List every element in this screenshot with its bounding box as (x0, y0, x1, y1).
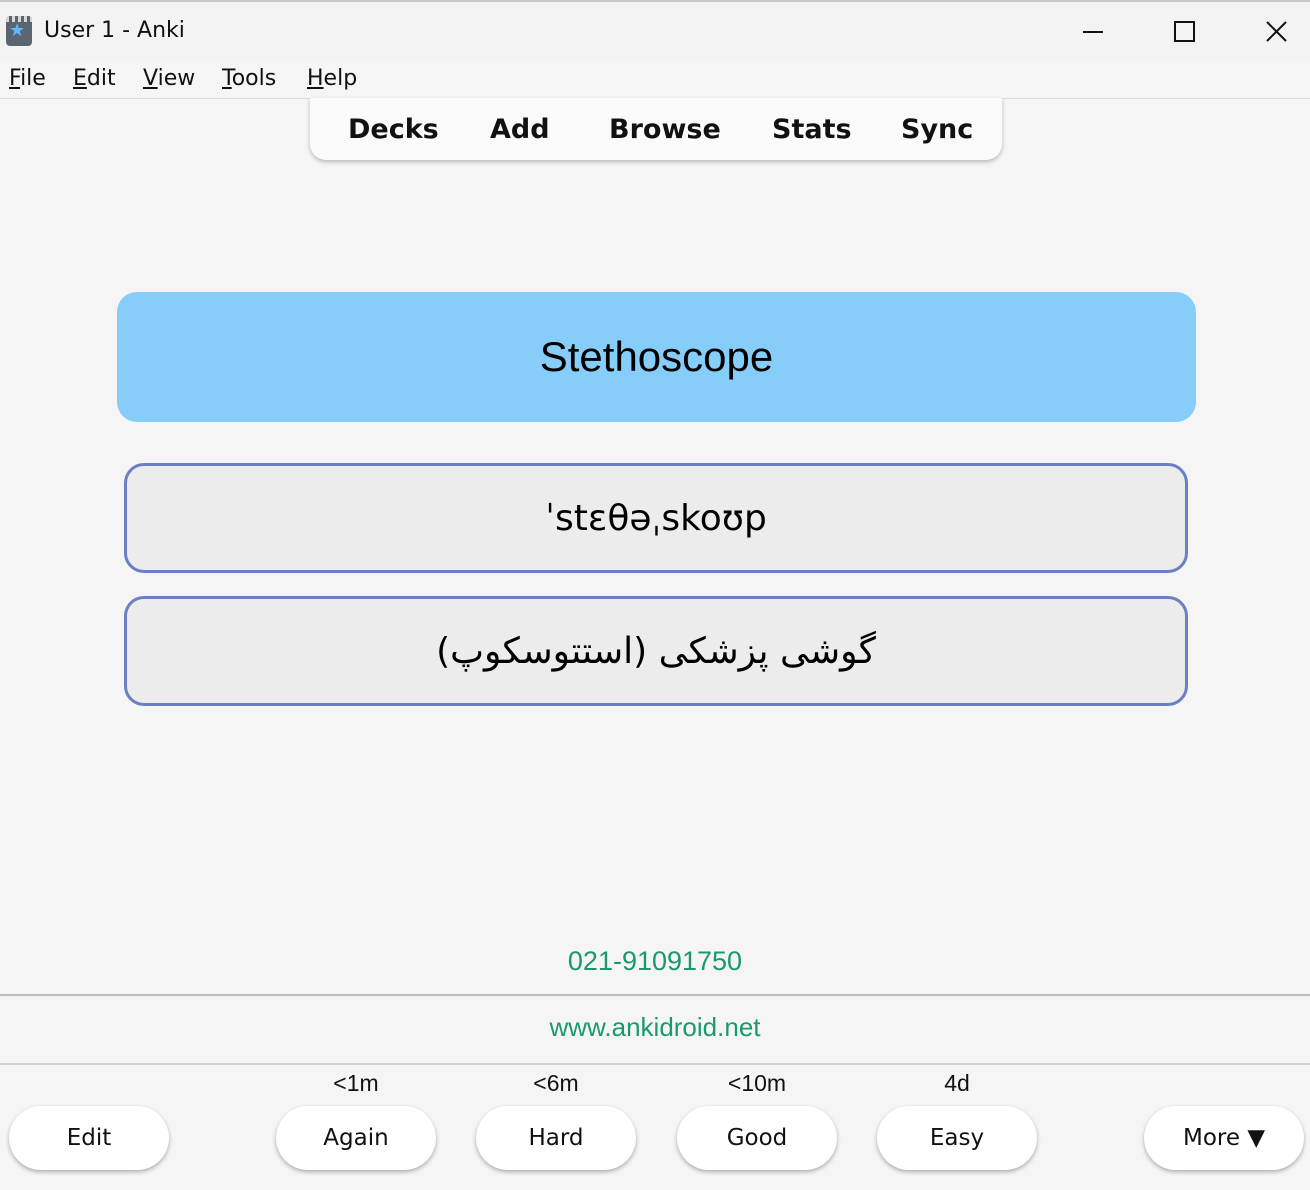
card-front-word: Stethoscope (117, 292, 1196, 422)
menu-file[interactable]: File (9, 66, 46, 91)
card-pronunciation: ˈstɛθəˌskoʊp (124, 463, 1188, 573)
menu-view[interactable]: View (143, 66, 195, 91)
toolbar-stats[interactable]: Stats (772, 114, 852, 145)
close-icon (1266, 21, 1287, 42)
good-button[interactable]: Good (677, 1106, 837, 1170)
maximize-button[interactable] (1161, 12, 1207, 52)
interval-hard: <6m (533, 1070, 579, 1096)
main-toolbar: Decks Add Browse Stats Sync (310, 98, 1002, 160)
easy-button[interactable]: Easy (877, 1106, 1037, 1170)
interval-good: <10m (727, 1070, 787, 1096)
website-link: www.ankidroid.net (549, 1012, 761, 1042)
card-translation: گوشی پزشکی (استتوسکوپ) (124, 596, 1188, 706)
menu-edit[interactable]: Edit (73, 66, 116, 91)
menu-tools[interactable]: Tools (222, 66, 276, 91)
anki-icon: ★ (6, 16, 32, 46)
divider (0, 994, 1310, 996)
window-title: User 1 - Anki (44, 18, 185, 43)
toolbar-sync[interactable]: Sync (901, 114, 973, 145)
again-button[interactable]: Again (276, 1106, 436, 1170)
interval-easy: 4d (944, 1070, 970, 1096)
phone-number: 021-91091750 (567, 946, 743, 976)
menu-help[interactable]: Help (307, 66, 357, 91)
edit-button[interactable]: Edit (9, 1106, 169, 1170)
divider (0, 1063, 1310, 1065)
toolbar-decks[interactable]: Decks (348, 114, 439, 145)
interval-again: <1m (333, 1070, 379, 1096)
toolbar-add[interactable]: Add (490, 114, 550, 145)
more-button[interactable]: More ▼ (1144, 1106, 1304, 1170)
maximize-icon (1174, 21, 1195, 42)
answer-bar (0, 1066, 1310, 1190)
title-bar: ★ User 1 - Anki (0, 0, 1310, 58)
menu-bar: File Edit View Tools Help (0, 58, 1310, 99)
minimize-button[interactable] (1070, 12, 1116, 52)
minimize-icon (1083, 31, 1103, 33)
close-button[interactable] (1254, 12, 1300, 52)
hard-button[interactable]: Hard (476, 1106, 636, 1170)
toolbar-browse[interactable]: Browse (609, 114, 721, 145)
